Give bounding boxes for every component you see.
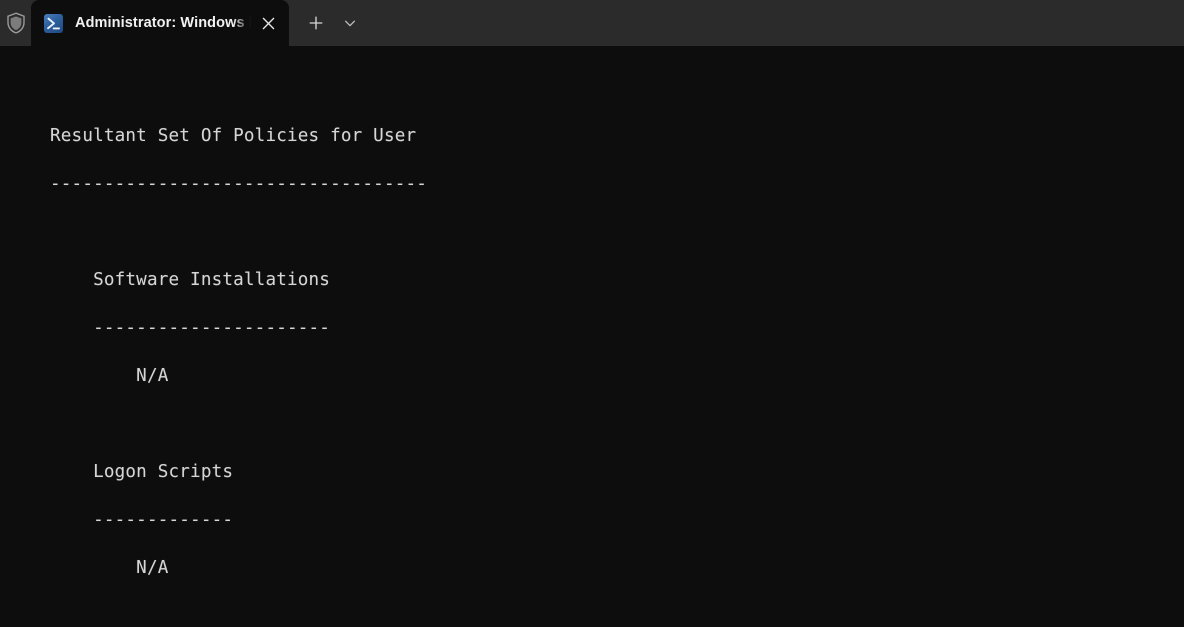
section-value: N/A (50, 366, 169, 386)
section-heading: Software Installations (50, 270, 331, 290)
output-title: Resultant Set Of Policies for User (50, 126, 417, 146)
tab-title: Administrator: Windows Powe (75, 15, 251, 31)
tab-administrator-windows-powershell[interactable]: Administrator: Windows Powe (31, 0, 289, 46)
shield-icon (0, 0, 31, 46)
tab-dropdown-button[interactable] (333, 8, 367, 38)
new-tab-button[interactable] (299, 8, 333, 38)
terminal-body[interactable]: Resultant Set Of Policies for User ------… (0, 46, 1184, 627)
output-title-rule: ----------------------------------- (50, 174, 428, 194)
section-heading: Logon Scripts (50, 462, 234, 482)
powershell-icon (44, 13, 63, 33)
tab-strip: Administrator: Windows Powe (31, 0, 1184, 46)
section-rule: ---------------------- (50, 318, 331, 338)
terminal-output: Resultant Set Of Policies for User ------… (0, 46, 1184, 627)
close-icon[interactable] (251, 8, 285, 38)
title-bar: Administrator: Windows Powe (0, 0, 1184, 46)
section-rule: ------------- (50, 510, 234, 530)
section-value: N/A (50, 558, 169, 578)
